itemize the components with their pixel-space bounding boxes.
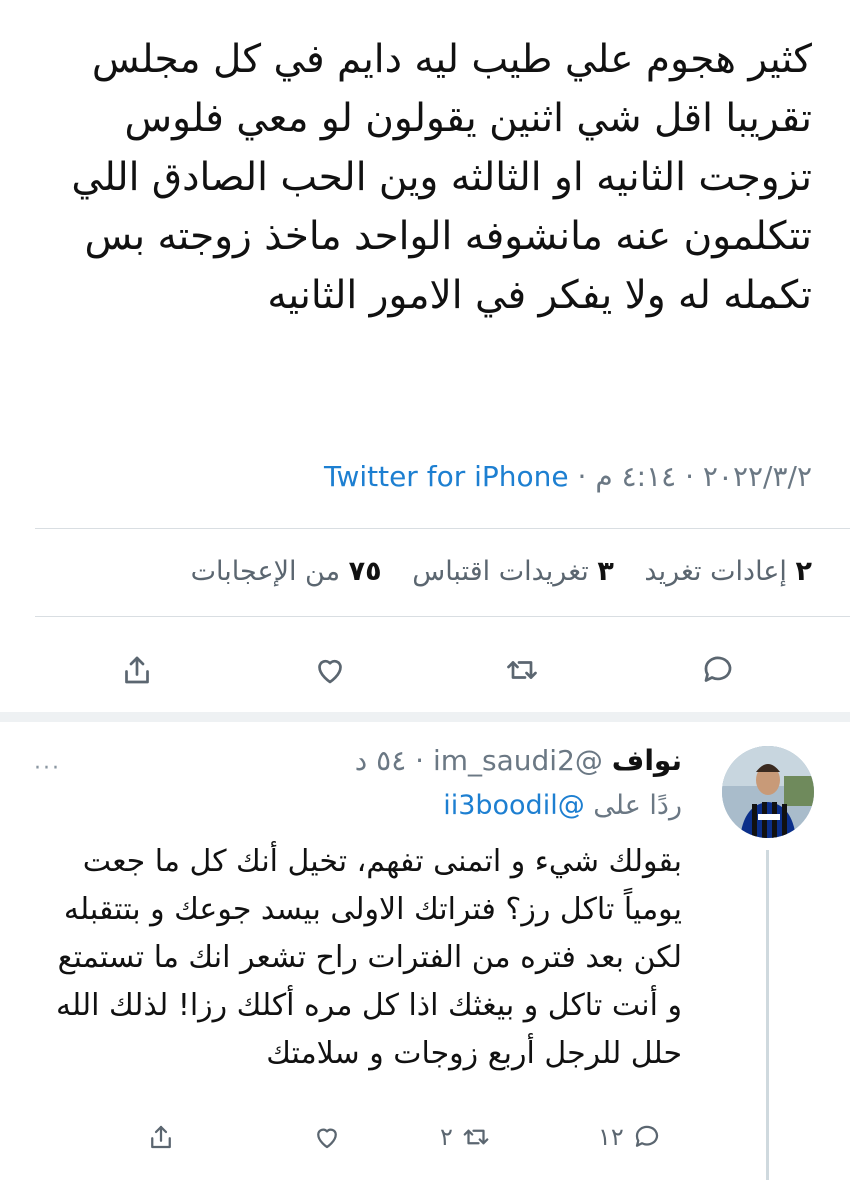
reply-time: ٥٤ د (354, 744, 407, 777)
tweet-date: ٢٠٢٢/٣/٢ (702, 460, 812, 493)
retweets-stat[interactable]: ٢ إعادات تغريد (636, 556, 812, 587)
quotes-count: ٣ (597, 556, 614, 587)
reply-header: نواف @im_saudi2 · ٥٤ د (355, 744, 682, 777)
likes-stat[interactable]: ٧٥ من الإعجابات (191, 556, 382, 587)
like-icon (318, 659, 342, 684)
reply-button[interactable] (688, 640, 748, 700)
like-icon (317, 1128, 337, 1149)
replying-to-label: ردًا على (593, 790, 682, 821)
likes-count: ٧٥ (348, 556, 382, 587)
meta-separator: · (685, 460, 694, 493)
share-button[interactable] (107, 640, 167, 700)
reply-author-name[interactable]: نواف (612, 744, 682, 777)
retweet-icon (463, 1129, 489, 1145)
tweet-time: ٤:١٤ م (595, 460, 677, 493)
reply-reply-count: ١٢ (598, 1123, 624, 1151)
reply-retweet-button[interactable]: ٢ (440, 1112, 491, 1162)
replying-to-user-link[interactable]: @ii3boodil (443, 790, 585, 821)
share-icon (151, 1125, 171, 1149)
reply-text: بقولك شيء و اتمنى تفهم، تخيل أنك كل ما ج… (55, 844, 682, 1071)
tweet-stats: ٢ إعادات تغريد ٣ تغريدات اقتباس ٧٥ من ال… (169, 556, 812, 587)
avatar-image (722, 746, 814, 838)
reply-icon (704, 656, 732, 682)
divider (35, 616, 850, 617)
reply-avatar[interactable] (722, 746, 814, 838)
reply-icon (635, 1125, 658, 1147)
retweet-icon (507, 661, 537, 679)
retweets-count: ٢ (795, 556, 812, 587)
tweet-text: كثير هجوم علي طيب ليه دايم في كل مجلس تق… (71, 37, 812, 318)
retweets-label: إعادات تغريد (644, 556, 787, 587)
meta-separator-2: · (577, 460, 587, 493)
divider (35, 528, 850, 529)
reply-action-bar: ١٢ ٢ (0, 1112, 850, 1162)
reply-reply-button[interactable]: ١٢ (598, 1112, 662, 1162)
reply-separator: · (415, 744, 425, 777)
reply-retweet-count: ٢ (440, 1123, 453, 1151)
more-options-icon[interactable]: ··· (34, 756, 61, 781)
tweet-meta: ٢٠٢٢/٣/٢ · ٤:١٤ م · Twitter for iPhone (324, 460, 812, 493)
likes-label: من الإعجابات (190, 556, 341, 587)
tweet-action-bar (0, 640, 850, 700)
retweet-button[interactable] (492, 640, 552, 700)
section-separator (0, 712, 850, 722)
replying-to: ردًا على @ii3boodil (443, 790, 682, 821)
like-button[interactable] (300, 640, 360, 700)
reply-like-button[interactable] (312, 1112, 342, 1162)
tweet-source-link[interactable]: Twitter for iPhone (324, 460, 569, 493)
reply-share-button[interactable] (146, 1112, 176, 1162)
share-icon (125, 656, 149, 684)
quotes-stat[interactable]: ٣ تغريدات اقتباس (404, 556, 614, 587)
quotes-label: تغريدات اقتباس (412, 556, 589, 587)
reply-author-handle[interactable]: @im_saudi2 (433, 744, 603, 777)
